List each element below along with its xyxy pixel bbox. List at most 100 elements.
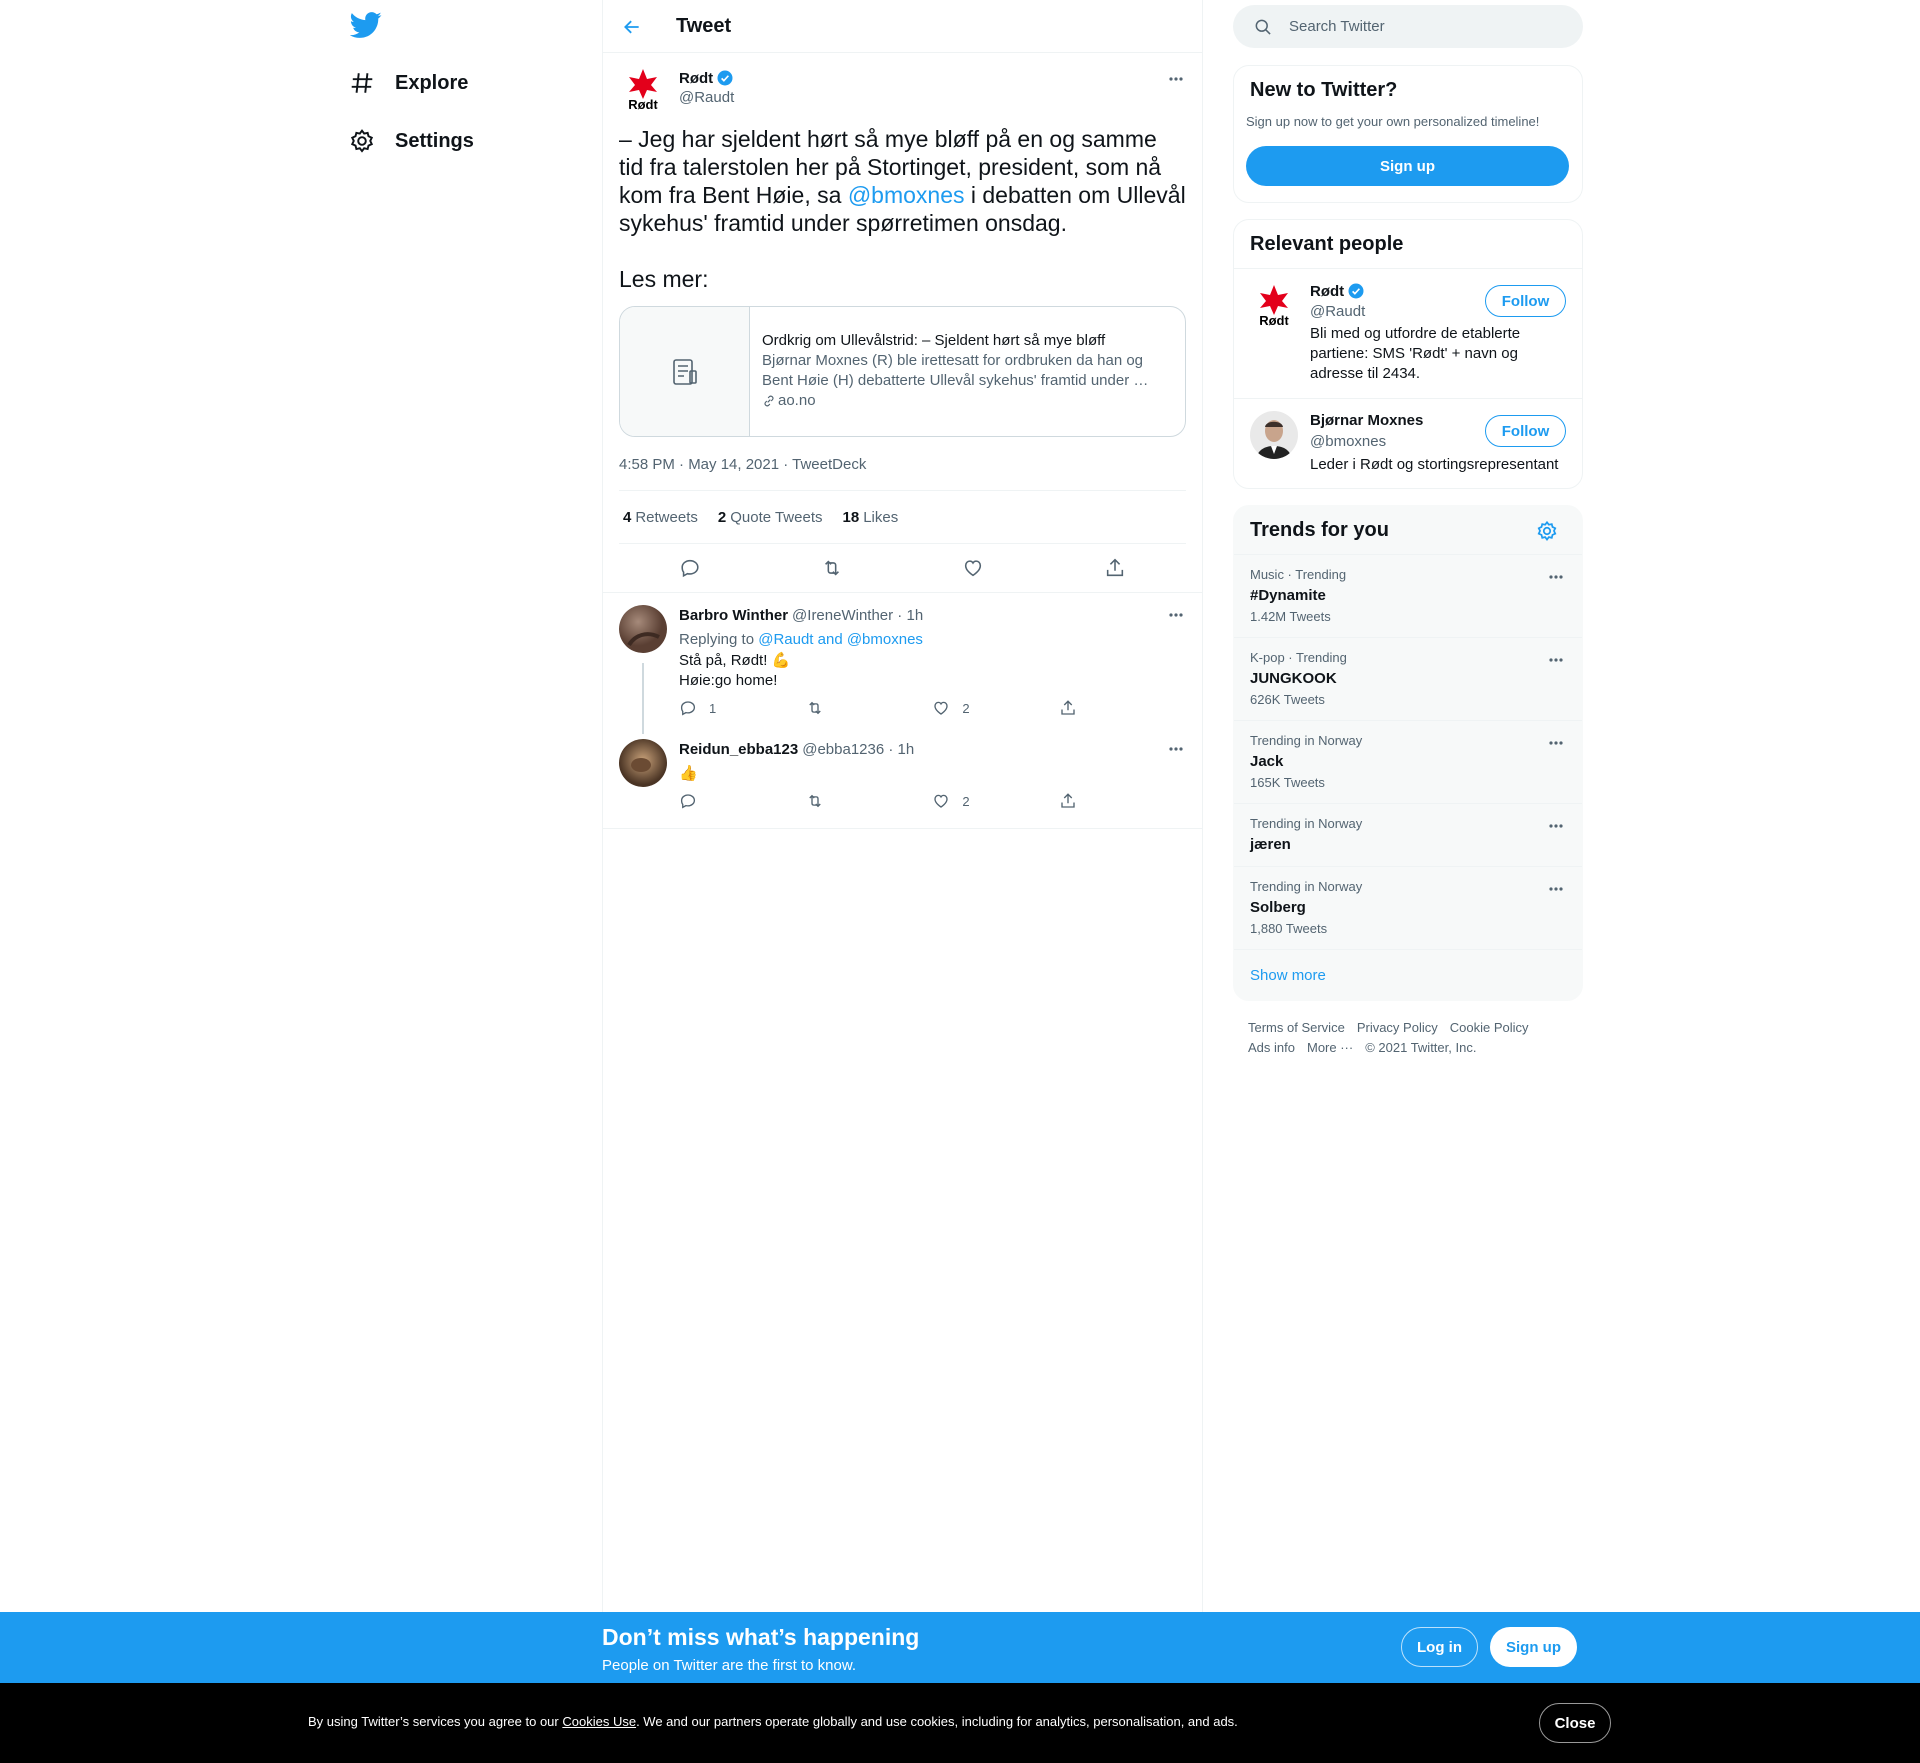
avatar[interactable] [619, 739, 667, 787]
page-title: Tweet [676, 15, 732, 37]
card-title: Ordkrig om Ullevålstrid: – Sjeldent hørt… [762, 332, 1106, 349]
close-button[interactable]: Close [1539, 1703, 1611, 1743]
retweets-stat[interactable]: 4 Retweets [623, 509, 698, 526]
arrow-left-icon [624, 20, 639, 34]
footer-link[interactable]: Terms of Service [1248, 1018, 1345, 1038]
author-name[interactable]: Rødt [679, 70, 713, 87]
trend-name: jæren [1250, 836, 1291, 853]
more-options-icon[interactable] [1546, 650, 1566, 670]
trend-item[interactable]: K-pop · Trending JUNGKOOK 626K Tweets [1234, 637, 1582, 720]
nav-item-label: Explore [395, 71, 469, 94]
trend-item[interactable]: Trending in Norway Solberg 1,880 Tweets [1234, 866, 1582, 949]
panel-title: Trends for you [1250, 519, 1389, 541]
trend-count: 1.42M Tweets [1250, 609, 1331, 624]
tweet-timestamp[interactable]: 4:58 PM · May 14, 2021 · TweetDeck [619, 456, 1186, 490]
tweet-text: – Jeg har sjeldent hørt så mye bløff på … [619, 125, 1186, 293]
sign-up-button[interactable]: Sign up [1246, 146, 1569, 186]
trend-item[interactable]: Trending in Norway jæren [1234, 803, 1582, 866]
settings-gear-icon[interactable] [1536, 520, 1558, 542]
share-icon[interactable] [1104, 557, 1126, 579]
avatar[interactable]: Rødt [619, 65, 667, 113]
reply-handle-time[interactable]: @IreneWinther · 1h [792, 607, 923, 624]
person-name[interactable]: Rødt [1310, 283, 1344, 300]
footer-links: Terms of Service Privacy Policy Cookie Pol… [1248, 1018, 1568, 1058]
trend-count: 165K Tweets [1250, 775, 1325, 790]
log-in-button[interactable]: Log in [1401, 1627, 1478, 1667]
reply-icon[interactable] [679, 557, 701, 579]
footer-link[interactable]: Cookie Policy [1450, 1018, 1529, 1038]
retweet-button[interactable] [806, 699, 846, 717]
person-bio: Leder i Rødt og stortingsrepresentant [1310, 456, 1559, 473]
person-item[interactable]: Bjørnar Moxnes @bmoxnes Follow Leder i R… [1234, 398, 1582, 488]
heart-icon [934, 794, 948, 808]
search-input[interactable] [1289, 18, 1549, 35]
quote-tweets-stat[interactable]: 2 Quote Tweets [718, 509, 823, 526]
sign-up-button[interactable]: Sign up [1490, 1627, 1577, 1667]
reply-actions: 2 [679, 792, 1099, 810]
show-more-link[interactable]: Show more [1250, 967, 1326, 984]
trend-count: 1,880 Tweets [1250, 921, 1328, 936]
hashtag-icon [349, 70, 375, 96]
svg-text:Rødt: Rødt [1259, 313, 1289, 328]
likes-stat[interactable]: 18 Likes [843, 509, 899, 526]
trend-meta: K-pop · Trending [1250, 650, 1347, 665]
trend-meta: Trending in Norway [1250, 879, 1363, 894]
cookies-use-link[interactable]: Cookies Use [562, 1714, 636, 1729]
twitter-bird-icon[interactable] [350, 9, 382, 41]
more-options-icon[interactable] [1166, 605, 1186, 625]
person-handle[interactable]: @Raudt [1310, 303, 1365, 320]
author-handle[interactable]: @Raudt [679, 89, 734, 106]
reply-tweet[interactable]: Reidun_ebba123 @ebba1236 · 1h 👍 2 [603, 733, 1202, 829]
retweet-icon [808, 701, 821, 715]
retweet-button[interactable] [806, 792, 846, 810]
reply-author-name[interactable]: Barbro Winther [679, 607, 788, 624]
avatar[interactable] [619, 605, 667, 653]
nav-item-settings[interactable]: Settings [349, 116, 494, 166]
reply-button[interactable]: 1 [679, 699, 719, 717]
more-options-icon[interactable] [1166, 739, 1186, 759]
replying-to-mentions[interactable]: @Raudt and @bmoxnes [758, 631, 923, 648]
nav-item-explore[interactable]: Explore [349, 58, 488, 108]
like-button[interactable]: 2 [932, 699, 972, 717]
show-more-row[interactable]: Show more [1234, 949, 1582, 1000]
trend-meta: Trending in Norway [1250, 816, 1363, 831]
copyright: © 2021 Twitter, Inc. [1365, 1040, 1477, 1055]
card-description: Bjørnar Moxnes (R) ble irettesatt for or… [762, 352, 1149, 389]
heart-icon[interactable] [962, 557, 984, 579]
trend-item[interactable]: Music · Trending #Dynamite 1.42M Tweets [1234, 554, 1582, 637]
mention-link[interactable]: @bmoxnes [848, 182, 965, 208]
follow-button[interactable]: Follow [1485, 415, 1566, 447]
search-bar[interactable] [1233, 5, 1583, 48]
share-button[interactable] [1059, 699, 1099, 717]
trend-item[interactable]: Trending in Norway Jack 165K Tweets [1234, 720, 1582, 803]
like-button[interactable]: 2 [932, 792, 972, 810]
footer-link[interactable]: Privacy Policy [1357, 1018, 1438, 1038]
person-name[interactable]: Bjørnar Moxnes [1310, 412, 1423, 429]
reply-count: 1 [709, 700, 717, 716]
avatar[interactable] [1250, 411, 1298, 459]
more-options-icon[interactable] [1546, 567, 1566, 587]
signup-banner: Don’t miss what’s happening People on Tw… [0, 1612, 1920, 1683]
reply-text: 👍 [679, 765, 698, 782]
more-options-icon[interactable] [1546, 733, 1566, 753]
person-item[interactable]: Rødt Rødt @Raudt Follow Bli med og utfor… [1234, 268, 1582, 398]
follow-button[interactable]: Follow [1485, 285, 1566, 317]
trend-meta: Trending in Norway [1250, 733, 1363, 748]
footer-link[interactable]: Ads info [1248, 1038, 1295, 1058]
link-card[interactable]: Ordkrig om Ullevålstrid: – Sjeldent hørt… [619, 306, 1186, 437]
avatar[interactable]: Rødt [1250, 281, 1298, 329]
reply-author-name[interactable]: Reidun_ebba123 [679, 741, 798, 758]
back-button[interactable] [617, 12, 647, 42]
reply-tweet[interactable]: Barbro Winther @IreneWinther · 1h Replyi… [603, 592, 1202, 734]
reply-handle-time[interactable]: @ebba1236 · 1h [802, 741, 914, 758]
share-button[interactable] [1059, 792, 1099, 810]
more-options-icon[interactable] [1166, 69, 1186, 89]
card-thumbnail [620, 307, 750, 436]
person-handle[interactable]: @bmoxnes [1310, 433, 1386, 450]
reply-button[interactable] [679, 792, 719, 810]
retweet-icon[interactable] [821, 557, 843, 579]
footer-more-link[interactable]: More ··· [1307, 1038, 1353, 1058]
nav-item-label: Settings [395, 129, 474, 152]
more-options-icon[interactable] [1546, 816, 1566, 836]
more-options-icon[interactable] [1546, 879, 1566, 899]
